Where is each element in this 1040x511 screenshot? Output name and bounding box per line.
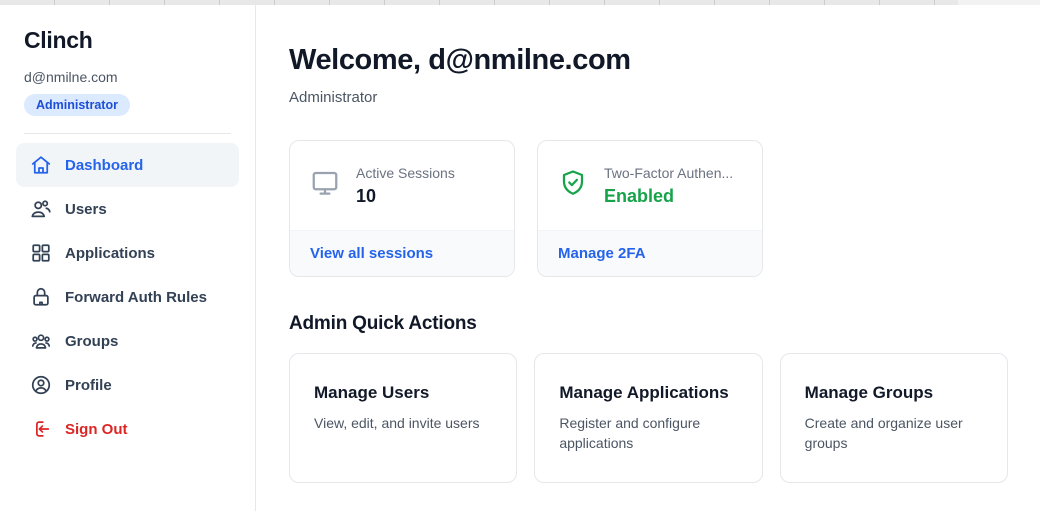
monitor-icon xyxy=(310,168,340,198)
manage-users-card[interactable]: Manage Users View, edit, and invite user… xyxy=(289,353,517,483)
stat-value: 10 xyxy=(356,186,455,207)
profile-icon xyxy=(30,374,52,396)
sidebar-item-label: Profile xyxy=(65,377,112,394)
brand-logo: Clinch xyxy=(16,27,239,54)
stat-label: Active Sessions xyxy=(356,165,455,181)
stat-text-block: Two-Factor Authen... Enabled xyxy=(604,165,733,207)
sidebar-item-label: Groups xyxy=(65,333,118,350)
sidebar-item-sign-out[interactable]: Sign Out xyxy=(16,407,239,451)
sidebar-item-label: Applications xyxy=(65,245,155,262)
page-title: Welcome, d@nmilne.com xyxy=(289,44,1008,77)
sidebar-item-dashboard[interactable]: Dashboard xyxy=(16,143,239,187)
two-factor-card: Two-Factor Authen... Enabled Manage 2FA xyxy=(537,140,763,277)
stat-text-block: Active Sessions 10 xyxy=(356,165,455,207)
quick-action-description: Register and configure applications xyxy=(559,413,737,454)
users-icon xyxy=(30,198,52,220)
stat-card-body: Active Sessions 10 xyxy=(290,141,514,230)
sidebar-item-label: Users xyxy=(65,201,107,218)
sign-out-icon xyxy=(30,418,52,440)
sidebar-item-profile[interactable]: Profile xyxy=(16,363,239,407)
page-subtitle: Administrator xyxy=(289,89,1008,106)
active-sessions-card: Active Sessions 10 View all sessions xyxy=(289,140,515,277)
home-icon xyxy=(30,154,52,176)
quick-action-description: View, edit, and invite users xyxy=(314,413,492,433)
shield-check-icon xyxy=(558,168,588,198)
stat-card-body: Two-Factor Authen... Enabled xyxy=(538,141,762,230)
role-badge: Administrator xyxy=(24,94,130,116)
quick-action-title: Manage Users xyxy=(314,383,492,403)
sidebar-nav: Dashboard Users Applications xyxy=(16,143,239,451)
section-title-admin-quick-actions: Admin Quick Actions xyxy=(289,313,1008,335)
quick-action-title: Manage Groups xyxy=(805,383,983,403)
stat-card-footer: View all sessions xyxy=(290,230,514,276)
sidebar-item-users[interactable]: Users xyxy=(16,187,239,231)
lock-icon xyxy=(30,286,52,308)
sidebar-item-groups[interactable]: Groups xyxy=(16,319,239,363)
sidebar-item-label: Dashboard xyxy=(65,157,143,174)
group-icon xyxy=(30,330,52,352)
stat-label: Two-Factor Authen... xyxy=(604,165,733,181)
grid-icon xyxy=(30,242,52,264)
sidebar: Clinch d@nmilne.com Administrator Dashbo… xyxy=(0,5,256,511)
stat-value: Enabled xyxy=(604,186,733,207)
quick-action-description: Create and organize user groups xyxy=(805,413,983,454)
stat-card-footer: Manage 2FA xyxy=(538,230,762,276)
quick-actions-row: Manage Users View, edit, and invite user… xyxy=(289,353,1008,483)
quick-action-title: Manage Applications xyxy=(559,383,737,403)
sidebar-item-forward-auth-rules[interactable]: Forward Auth Rules xyxy=(16,275,239,319)
main-content: Welcome, d@nmilne.com Administrator Acti… xyxy=(256,5,1040,511)
sidebar-divider xyxy=(24,133,231,134)
sidebar-item-applications[interactable]: Applications xyxy=(16,231,239,275)
view-all-sessions-link[interactable]: View all sessions xyxy=(310,245,433,262)
manage-2fa-link[interactable]: Manage 2FA xyxy=(558,245,646,262)
app-window: Clinch d@nmilne.com Administrator Dashbo… xyxy=(0,5,1040,511)
sidebar-item-label: Sign Out xyxy=(65,421,128,438)
manage-applications-card[interactable]: Manage Applications Register and configu… xyxy=(534,353,762,483)
stat-cards-row: Active Sessions 10 View all sessions xyxy=(289,140,1008,277)
sidebar-item-label: Forward Auth Rules xyxy=(65,289,207,306)
manage-groups-card[interactable]: Manage Groups Create and organize user g… xyxy=(780,353,1008,483)
user-email: d@nmilne.com xyxy=(16,69,239,85)
